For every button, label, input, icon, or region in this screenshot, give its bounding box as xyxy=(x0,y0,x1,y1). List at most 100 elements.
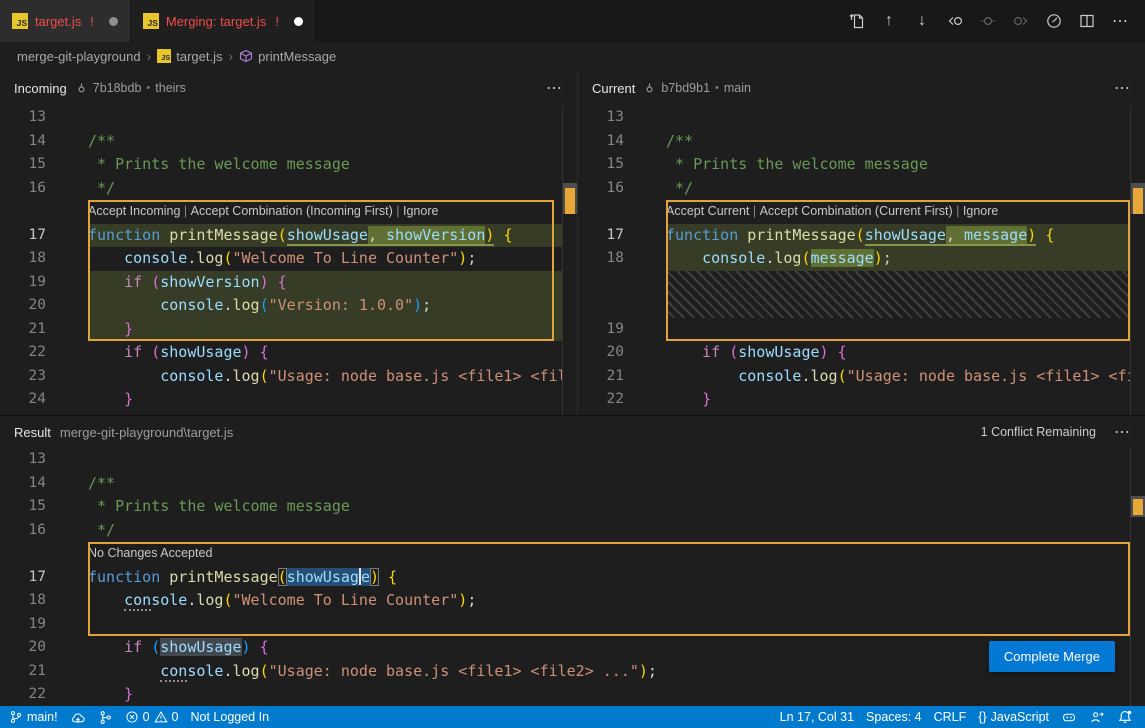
more-actions-icon[interactable]: ⋯ xyxy=(546,78,563,98)
code-line: 18 console.log("Welcome To Line Counter"… xyxy=(0,247,577,271)
conflict-action-link[interactable]: Accept Incoming xyxy=(88,200,180,224)
current-change-icon[interactable] xyxy=(975,8,1001,34)
code-line: 23 console.log("Usage: node base.js <fil… xyxy=(0,365,577,389)
language-mode[interactable]: {} JavaScript xyxy=(972,706,1055,728)
conflict-action-link[interactable]: Accept Combination (Incoming First) xyxy=(191,200,393,224)
line-number: 18 xyxy=(0,589,88,613)
source-control-graph-button[interactable] xyxy=(92,706,119,728)
javascript-file-icon: JS xyxy=(12,13,28,29)
code-line: 21 console.log("Usage: node base.js <fil… xyxy=(0,660,1145,684)
error-icon xyxy=(125,710,139,724)
problems-status[interactable]: 0 0 xyxy=(119,706,185,728)
code-line: 14/** xyxy=(578,130,1145,154)
line-number: 21 xyxy=(0,660,88,684)
branch-status[interactable]: main! xyxy=(3,706,64,728)
line-number xyxy=(0,200,88,224)
line-number: 18 xyxy=(0,247,88,271)
line-number: 22 xyxy=(0,341,88,365)
code-line: 19 if (showVersion) { xyxy=(0,271,577,295)
line-number xyxy=(578,271,666,318)
code-line: 17function printMessage(showUsage, showV… xyxy=(0,224,577,248)
code-line: 14/** xyxy=(0,130,577,154)
code-line: 13 xyxy=(0,106,577,130)
git-commit-icon xyxy=(643,82,656,95)
code-line: 17function printMessage(showUsage) { xyxy=(0,566,1145,590)
incoming-pane: Incoming 7b18bdb • theirs ⋯ 1314/**15 * … xyxy=(0,70,577,415)
modified-dot-icon[interactable] xyxy=(109,17,118,26)
breadcrumb-symbol[interactable]: printMessage xyxy=(239,49,336,64)
previous-conflict-icon[interactable]: ↑ xyxy=(876,8,902,34)
conflict-action-link[interactable]: Accept Current xyxy=(666,200,749,224)
result-editor[interactable]: 1314/**15 * Prints the welcome message16… xyxy=(0,448,1145,707)
pane-divider[interactable] xyxy=(577,70,578,415)
warning-icon xyxy=(154,710,168,724)
line-number xyxy=(0,542,88,566)
publish-changes-button[interactable] xyxy=(64,706,92,728)
conflict-marker xyxy=(565,188,575,214)
javascript-file-icon: JS xyxy=(143,13,159,29)
line-number: 20 xyxy=(0,636,88,660)
code-line: 22 if (showUsage) { xyxy=(0,341,577,365)
line-number xyxy=(578,200,666,224)
commit-info: b7bd9b1 • main xyxy=(643,81,751,95)
breadcrumb: merge-git-playground › JS target.js › pr… xyxy=(0,42,1145,70)
breadcrumb-folder[interactable]: merge-git-playground xyxy=(17,49,141,64)
more-actions-icon[interactable]: ⋯ xyxy=(1107,8,1133,34)
line-number: 19 xyxy=(578,318,666,342)
conflicts-remaining-label: 1 Conflict Remaining xyxy=(981,425,1096,439)
conflict-action-link[interactable]: Ignore xyxy=(403,200,438,224)
more-actions-icon[interactable]: ⋯ xyxy=(1114,422,1131,442)
code-line: 15 * Prints the welcome message xyxy=(0,495,1145,519)
copilot-status[interactable] xyxy=(1055,706,1083,728)
conflict-action-link[interactable]: Accept Combination (Current First) xyxy=(760,200,953,224)
line-number: 23 xyxy=(0,365,88,389)
code-line: 20 if (showUsage) { xyxy=(0,636,1145,660)
code-line: 13 xyxy=(0,448,1145,472)
tab-bar: JS target.js ! JS Merging: target.js ! ↑… xyxy=(0,0,1145,42)
result-pane-header: Result merge-git-playground\target.js 1 … xyxy=(0,416,1145,448)
notifications-button[interactable] xyxy=(1111,706,1139,728)
line-number: 14 xyxy=(0,130,88,154)
clock-icon[interactable] xyxy=(1041,8,1067,34)
next-conflict-icon[interactable]: ↓ xyxy=(909,8,935,34)
pane-title: Result xyxy=(14,425,51,440)
split-editor-icon[interactable] xyxy=(1074,8,1100,34)
breadcrumb-separator: › xyxy=(147,48,152,64)
action-separator: | xyxy=(953,200,963,224)
eol-setting[interactable]: CRLF xyxy=(928,706,973,728)
code-line: 16 */ xyxy=(0,519,1145,543)
login-status[interactable]: Not Logged In xyxy=(184,706,275,728)
line-number: 16 xyxy=(0,177,88,201)
braces-icon: {} xyxy=(978,710,986,724)
breadcrumb-file[interactable]: JS target.js xyxy=(157,49,222,64)
line-number: 15 xyxy=(0,153,88,177)
conflict-banner-label: No Changes Accepted xyxy=(88,542,212,566)
current-pane: Current b7bd9b1 • main ⋯ 1314/**15 * Pri… xyxy=(578,70,1145,415)
conflict-marker xyxy=(1133,499,1143,515)
next-change-icon[interactable] xyxy=(1008,8,1034,34)
code-line: 15 * Prints the welcome message xyxy=(0,153,577,177)
cursor-position[interactable]: Ln 17, Col 31 xyxy=(774,706,860,728)
tab-target-js[interactable]: JS target.js ! xyxy=(0,0,131,42)
code-line: 18 console.log(message); xyxy=(578,247,1145,271)
incoming-editor[interactable]: 1314/**15 * Prints the welcome message16… xyxy=(0,106,577,415)
action-separator: | xyxy=(180,200,190,224)
line-number: 17 xyxy=(0,224,88,248)
tab-merging-target-js[interactable]: JS Merging: target.js ! xyxy=(131,0,316,42)
revert-file-icon[interactable] xyxy=(843,8,869,34)
more-actions-icon[interactable]: ⋯ xyxy=(1114,78,1131,98)
overview-ruler xyxy=(1130,448,1145,707)
conflict-action-link[interactable]: Ignore xyxy=(963,200,998,224)
code-line: 18 console.log("Welcome To Line Counter"… xyxy=(0,589,1145,613)
conflict-actions-row: Accept Current | Accept Combination (Cur… xyxy=(578,200,1145,224)
code-line: 21 } xyxy=(0,318,577,342)
previous-change-icon[interactable] xyxy=(942,8,968,34)
indentation-setting[interactable]: Spaces: 4 xyxy=(860,706,928,728)
feedback-button[interactable] xyxy=(1083,706,1111,728)
status-bar: main! 0 0 Not Logged In Ln 17, Col 31 Sp… xyxy=(0,706,1145,728)
complete-merge-button[interactable]: Complete Merge xyxy=(989,641,1115,672)
current-editor[interactable]: 1314/**15 * Prints the welcome message16… xyxy=(578,106,1145,415)
modified-dot-icon[interactable] xyxy=(294,17,303,26)
pane-title: Incoming xyxy=(14,81,67,96)
line-number: 19 xyxy=(0,613,88,637)
